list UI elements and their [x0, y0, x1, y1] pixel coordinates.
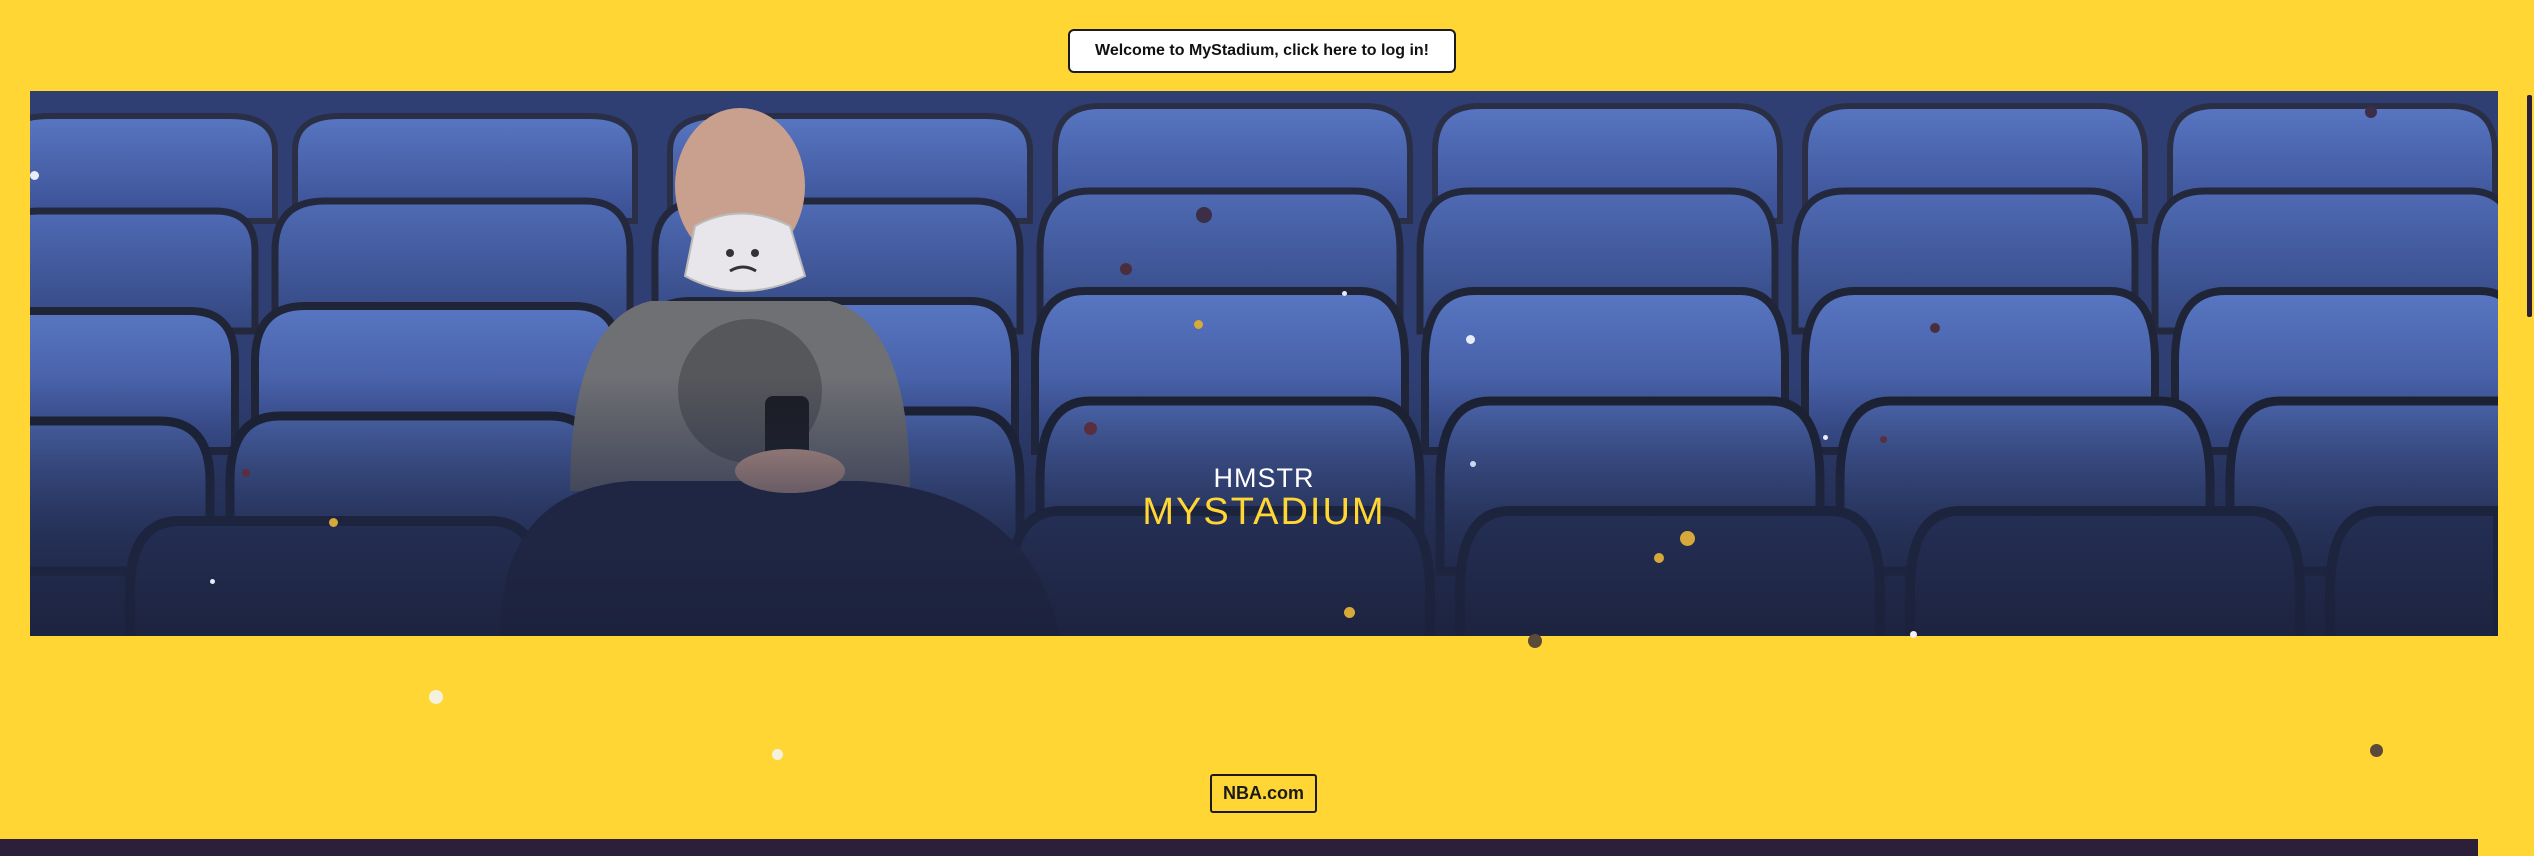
confetti-dot [1680, 531, 1695, 546]
confetti-dot [1910, 631, 1917, 638]
confetti-dot [242, 469, 250, 477]
confetti-dot [772, 749, 783, 760]
bottom-bar-gap [2478, 839, 2534, 856]
confetti-dot [1196, 207, 1212, 223]
nba-link[interactable]: NBA.com [1210, 774, 1317, 813]
confetti-dot [1880, 436, 1887, 443]
confetti-dot [1528, 634, 1542, 648]
confetti-dot [2370, 744, 2383, 757]
confetti-dot [30, 171, 39, 180]
confetti-dot [1120, 263, 1132, 275]
confetti-dot [1194, 320, 1203, 329]
confetti-dot [1342, 291, 1347, 296]
page: Welcome to MyStadium, click here to log … [0, 0, 2534, 856]
confetti-dot [1930, 323, 1940, 333]
confetti-dot [1344, 607, 1355, 618]
bottom-bar [0, 839, 2534, 856]
login-button[interactable]: Welcome to MyStadium, click here to log … [1068, 29, 1456, 73]
confetti-dot [1084, 422, 1097, 435]
scrollbar[interactable] [2527, 95, 2532, 317]
hero-banner: HMSTR MYSTADIUM [30, 91, 2498, 636]
confetti-dot [1466, 335, 1475, 344]
confetti-dot [210, 579, 215, 584]
confetti-dot [329, 518, 338, 527]
confetti-dot [1654, 553, 1664, 563]
confetti-dot [1470, 461, 1476, 467]
confetti-dot [429, 690, 443, 704]
stadium-seats-image [30, 91, 2498, 636]
confetti-dot [1823, 435, 1828, 440]
confetti-dot [2365, 106, 2377, 118]
